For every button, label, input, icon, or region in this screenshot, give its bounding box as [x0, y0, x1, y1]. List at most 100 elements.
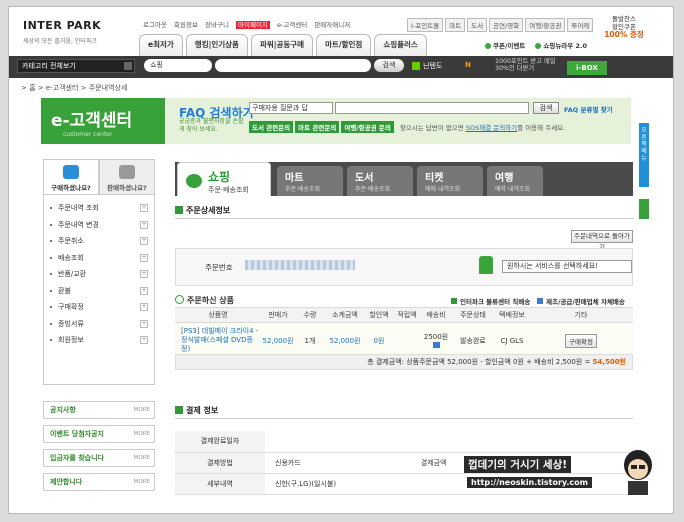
popular-keyword[interactable]: 닌텐도	[412, 61, 442, 71]
plus-icon: +	[140, 270, 148, 278]
mypage-link[interactable]: 마이페이지	[236, 21, 270, 29]
logo-subtitle: 세상의 모든 즐거움, 인터파크	[23, 38, 97, 45]
ordered-items-table: 상품명 판매가 수량 소계금액 할인액 적립액 배송비 주문상태 택배정보 기타…	[175, 307, 633, 359]
travel-link[interactable]: 여행/항공권	[525, 18, 566, 32]
mart-link[interactable]: 마트	[445, 18, 466, 32]
col-product: 상품명	[175, 307, 261, 323]
coupon-event-link[interactable]: 쿠폰/이벤트	[485, 42, 525, 50]
book-link[interactable]: 도서	[467, 18, 488, 32]
col-points: 적립액	[393, 307, 421, 323]
faq-category-link[interactable]: FAQ 분류별 찾기	[564, 104, 613, 114]
menu-documents[interactable]: 증빙서류 +	[44, 319, 154, 336]
section-bullet-icon	[175, 206, 183, 214]
menu-purchase-confirm[interactable]: 구매확정 +	[44, 302, 154, 319]
tour-link[interactable]: 투어캐	[567, 18, 594, 32]
col-shipping: 배송비	[421, 307, 451, 323]
customer-center-link[interactable]: e-고객센터	[277, 21, 307, 29]
interpark-logo[interactable]: INTER PARK 세상의 모든 즐거움, 인터파크	[23, 19, 125, 55]
menu-refund[interactable]: 환불 +	[44, 286, 154, 303]
menu-order-cancel[interactable]: 주문취소 +	[44, 236, 154, 253]
book-inquiry-button[interactable]: 도서 관련문의	[249, 121, 294, 133]
shop-select[interactable]: 쇼핑	[144, 59, 212, 72]
more-link[interactable]: MORE	[134, 426, 150, 442]
page: INTER PARK 세상의 모든 즐거움, 인터파크 로그아웃 회원정보 장바…	[8, 6, 674, 514]
tab-seller[interactable]: 판매하셨나요?	[99, 159, 155, 195]
faq-search-button[interactable]: 검색	[533, 102, 559, 114]
payment-method-label: 결제방법	[175, 452, 265, 474]
box-icon	[119, 165, 135, 179]
plus-icon: +	[140, 336, 148, 344]
page-subtitle: customer center	[63, 131, 113, 138]
new-mark: N	[465, 61, 471, 69]
section-bullet-icon	[175, 406, 183, 414]
payment-info-heading: 결제 정보	[175, 405, 633, 419]
tab-shopping[interactable]: 쇼핑 주문·배송조회	[177, 162, 271, 196]
shipping-type-icon	[432, 341, 440, 348]
watermark-character-image	[624, 450, 652, 495]
ticket-link[interactable]: 공연/영화	[489, 18, 524, 32]
depositor-box[interactable]: 입금자를 찾습니다 MORE	[43, 449, 155, 467]
ipoint-link[interactable]: I-포인트몰	[407, 18, 444, 32]
service-select[interactable]: 원하시는 서비스를 선택하세요!	[502, 260, 632, 273]
nav-tab-lowest-price[interactable]: e최저가	[139, 34, 183, 56]
more-link[interactable]: MORE	[134, 450, 150, 466]
point-promo-text[interactable]: 1000포인트 받고 매일 30%인 더받기	[495, 58, 571, 72]
page-title: e-고객센터	[51, 111, 133, 131]
event-winner-box[interactable]: 이벤트 당첨자공지 MORE	[43, 425, 155, 443]
travel-inquiry-button[interactable]: 여행/항공권 문의	[341, 121, 394, 133]
cart-icon	[63, 165, 79, 179]
logout-link[interactable]: 로그아웃	[143, 21, 167, 29]
tab-mart[interactable]: 마트 주문·배송조회	[277, 166, 343, 196]
delivery-legend: 인터파크 물류센터 직배송 제조/공급/판매업체 자체배송	[451, 296, 625, 306]
col-subtotal: 소계금액	[325, 307, 365, 323]
member-info-link[interactable]: 회원정보	[174, 21, 198, 29]
menu-return-exchange[interactable]: 반품/교환 +	[44, 269, 154, 286]
coupon-icon	[485, 43, 491, 49]
more-link[interactable]: MORE	[134, 402, 150, 418]
menu-member-info[interactable]: 회원정보 +	[44, 335, 154, 352]
notice-box[interactable]: 공지사항 MORE	[43, 401, 155, 419]
suggestion-box[interactable]: 제안합니다 MORE	[43, 473, 155, 491]
menu-delivery[interactable]: 배송조회 +	[44, 253, 154, 270]
plus-icon: +	[140, 253, 148, 262]
category-dropdown[interactable]: 카테고리 전체보기	[17, 59, 135, 73]
sos-inquiry-link[interactable]: SOS해결 문의하기	[466, 124, 517, 132]
nav-tab-ranking[interactable]: 랭킹|인기상품	[185, 34, 248, 56]
right-side-tab-green[interactable]	[639, 199, 649, 219]
search-button[interactable]: 검색	[374, 59, 404, 72]
plus-icon: +	[140, 220, 148, 229]
left-menu: 주문내역 조회 + 주문내역 변경 + 주문취소 + 배송조회 + 반품/교환 + 환불 +…	[43, 195, 155, 385]
faq-category-select[interactable]: 구매자용 질문과 답	[249, 102, 333, 114]
menu-order-change[interactable]: 주문내역 변경 +	[44, 220, 154, 237]
menu-order-history[interactable]: 주문내역 조회 +	[44, 203, 154, 220]
total-payment-bar: 총 결제금액: 상품주문금액 52,000원 - 할인금액 0원 + 배송비 2…	[175, 354, 633, 370]
shopping-news-link[interactable]: 쇼핑뉴라우 2.0	[535, 42, 587, 50]
news-icon	[535, 43, 542, 49]
tab-buyer[interactable]: 구매하셨나요?	[43, 159, 99, 195]
interpark-delivery-icon	[451, 298, 457, 304]
order-number-value-blurred	[245, 260, 355, 270]
ibox-button[interactable]: i-BOX	[567, 61, 607, 75]
back-to-orders-button[interactable]: 주문내역으로 돌아가기	[571, 230, 633, 251]
tab-book[interactable]: 도서 주문·배송조회	[347, 166, 413, 196]
table-header-row: 상품명 판매가 수량 소계금액 할인액 적립액 배송비 주문상태 택배정보 기타	[175, 307, 633, 323]
nav-tab-shopping-plus[interactable]: 쇼핑플러스	[374, 34, 427, 56]
faq-search-input[interactable]	[335, 102, 529, 114]
right-side-tab[interactable]: 오른쪽 메뉴	[639, 123, 649, 187]
keyword-icon	[412, 62, 420, 70]
seller-manager-link[interactable]: 판매자매니저	[314, 21, 350, 29]
breadcrumb: > 홈 > e-고객센터 > 주문내역상세	[21, 84, 128, 92]
nav-extra-links: 쿠폰/이벤트 쇼핑뉴라우 2.0	[485, 40, 595, 50]
mart-inquiry-button[interactable]: 마트 관련문의	[295, 121, 340, 133]
cart-link[interactable]: 장바구니	[205, 21, 229, 29]
confirm-purchase-button[interactable]: 구매확정	[565, 333, 597, 348]
more-link[interactable]: MORE	[134, 474, 150, 490]
promo-banner[interactable]: 돌발찬스 할인쿠폰 100% 증정	[594, 15, 654, 55]
nav-tab-mart[interactable]: 마트/할인점	[316, 34, 372, 56]
nav-tab-group-buy[interactable]: 파워|공동구매	[250, 34, 314, 56]
quick-inquiry-links: 도서 관련문의 마트 관련문의 여행/항공권 문의 찾으시는 답변이 없으면 SOS해…	[249, 121, 565, 133]
tab-travel[interactable]: 여행 예약 내역조회	[487, 166, 543, 196]
dropdown-arrow-icon	[124, 62, 132, 70]
search-input[interactable]	[215, 59, 371, 72]
tab-ticket[interactable]: 티켓 예매 내역조회	[417, 166, 483, 196]
